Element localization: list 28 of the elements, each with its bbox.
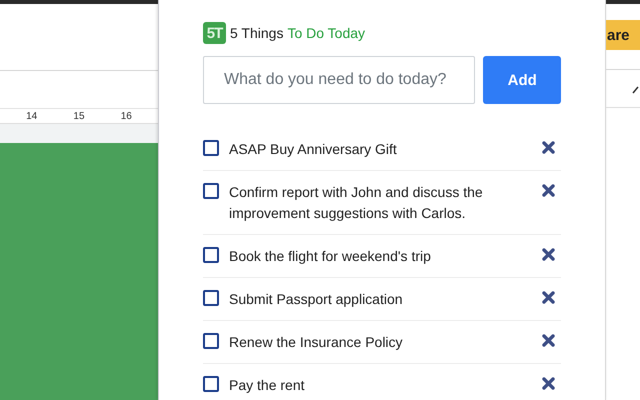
delete-icon[interactable] (542, 290, 555, 304)
chevron-icon[interactable] (632, 84, 640, 94)
task-text: Submit Passport application (229, 290, 404, 309)
ruler-number: 14 (26, 110, 38, 122)
task-text: Pay the rent (229, 376, 306, 395)
task-checkbox[interactable] (203, 246, 219, 262)
ruler-number: 15 (73, 110, 85, 122)
ruler-number: 16 (120, 110, 132, 122)
delete-icon[interactable] (542, 334, 555, 346)
task-text: Renew the Insurance Policy (229, 332, 404, 352)
task-input[interactable]: What do you need to do today? (203, 56, 476, 104)
task-checkbox[interactable] (203, 290, 219, 306)
task-text: Confirm report with John and discuss the improvement suggestions with Carlos. (229, 182, 484, 223)
delete-icon[interactable] (542, 184, 555, 196)
task-text: ASAP Buy Anniversary Gift (229, 140, 398, 159)
app-title-accent: To Do Today (287, 25, 366, 41)
app-logo: 5T (203, 22, 226, 44)
task-checkbox[interactable] (203, 140, 219, 156)
share-button[interactable]: are (606, 20, 640, 50)
delete-icon[interactable] (542, 248, 555, 260)
app-title: 5 Things (230, 25, 284, 41)
task-text: Book the flight for weekend's trip (229, 246, 432, 266)
delete-icon[interactable] (542, 376, 555, 390)
task-checkbox[interactable] (203, 332, 219, 348)
add-button[interactable]: Add (483, 56, 561, 104)
delete-icon[interactable] (542, 140, 555, 154)
task-checkbox[interactable] (203, 376, 219, 392)
task-checkbox[interactable] (203, 182, 219, 198)
